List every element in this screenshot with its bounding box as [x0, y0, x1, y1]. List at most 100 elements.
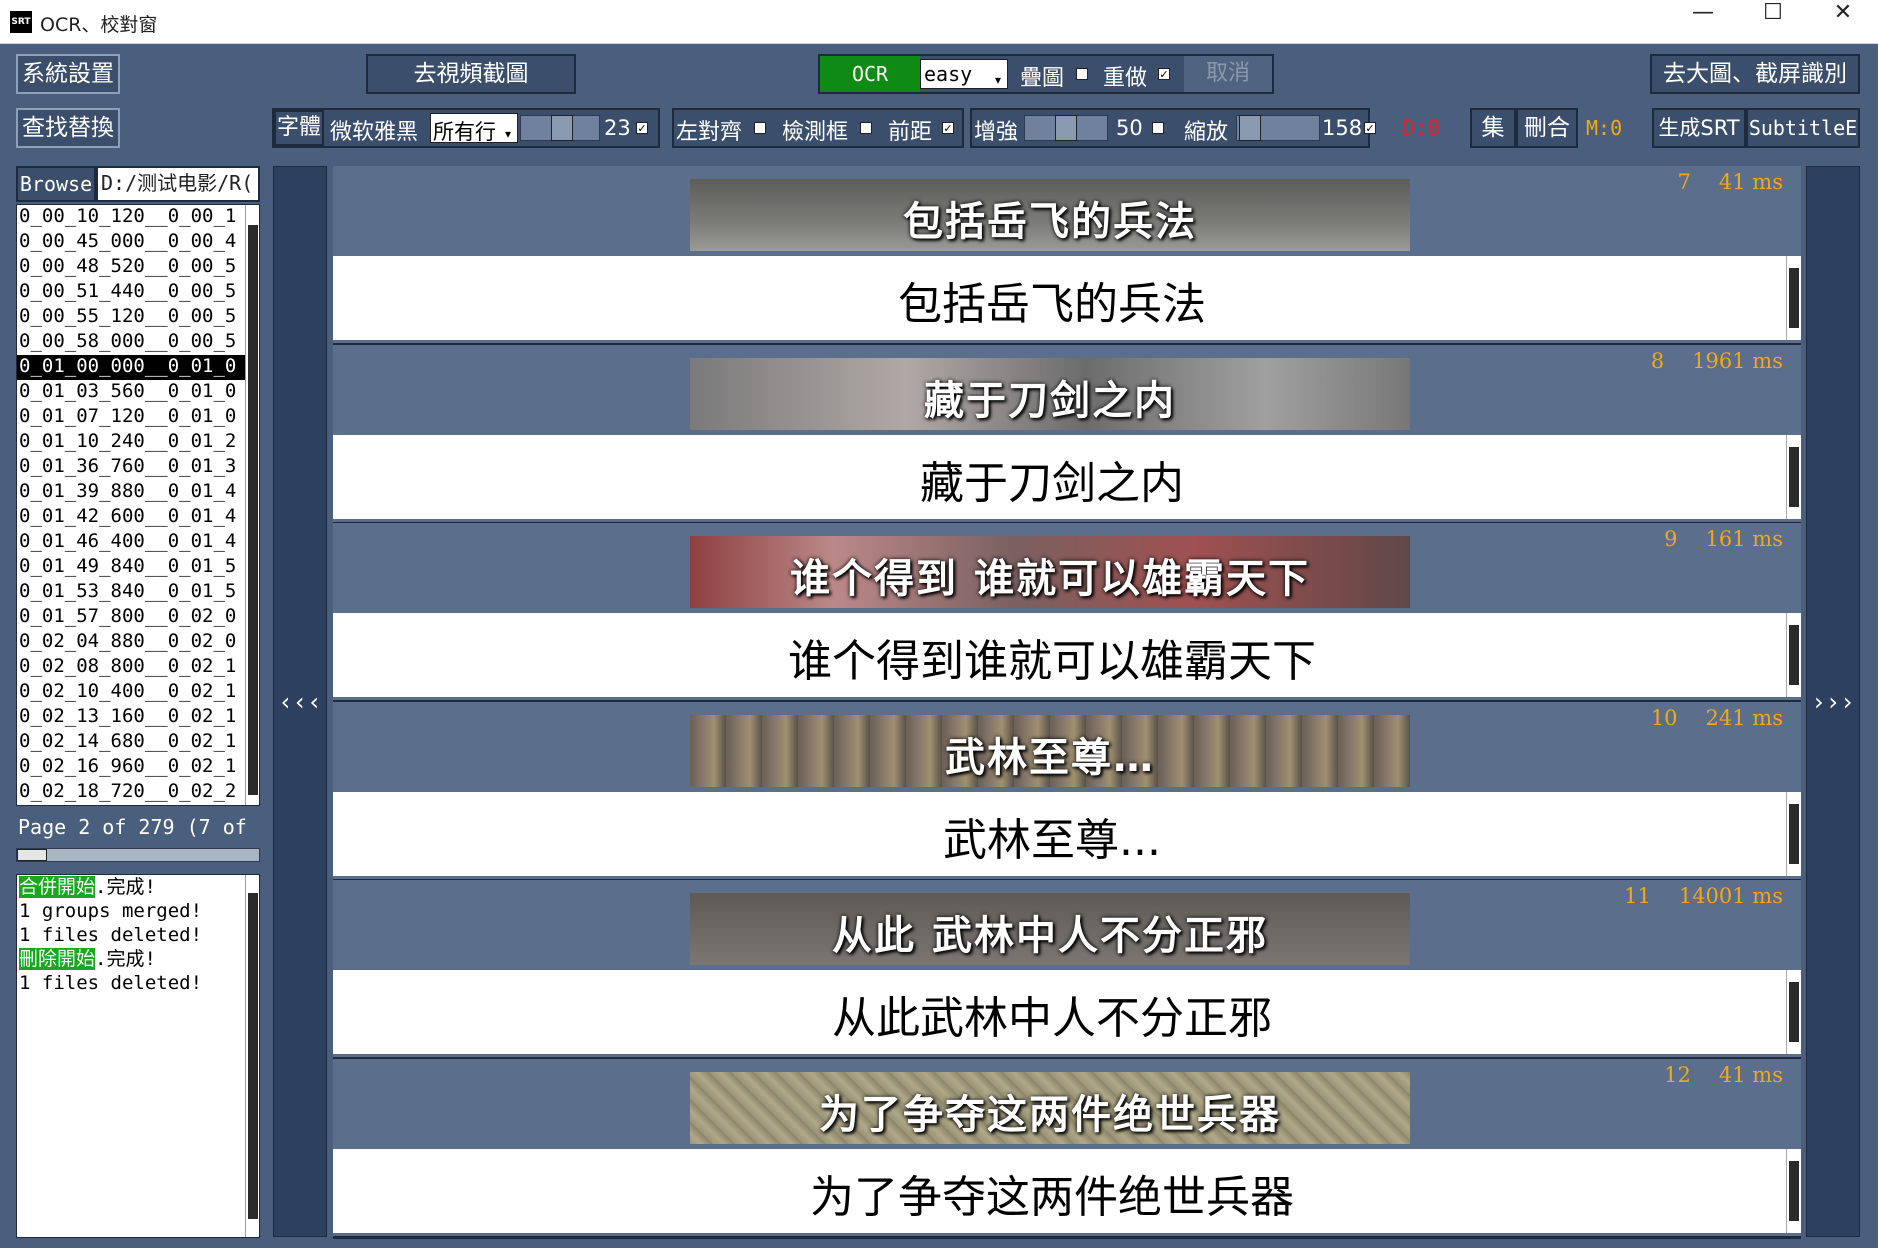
align-left-checkbox[interactable]: [754, 122, 766, 134]
file-list-item[interactable]: 0_01_10_240__0_01_2: [17, 430, 245, 455]
delete-merge-button[interactable]: 刪合: [1516, 108, 1578, 148]
file-list-item[interactable]: 0_02_04_880__0_02_0: [17, 630, 245, 655]
subtitle-edit-button[interactable]: SubtitleE: [1746, 108, 1860, 148]
spacing-checkbox[interactable]: ✓: [942, 122, 954, 134]
editor-scrollbar[interactable]: [1786, 1148, 1801, 1233]
subtitle-image[interactable]: 为了争夺这两件绝世兵器: [690, 1071, 1410, 1144]
scroll-thumb[interactable]: [248, 893, 258, 1219]
editor-scrollbar[interactable]: [1786, 970, 1801, 1054]
file-list-item[interactable]: 0_01_57_800__0_02_0: [17, 605, 245, 630]
subtitle-text-editor[interactable]: 从此武林中人不分正邪: [333, 970, 1801, 1054]
subtitle-text-editor[interactable]: 藏于刀剑之内: [333, 434, 1801, 519]
subtitle-image[interactable]: 从此 武林中人不分正邪: [690, 893, 1410, 965]
zoom-slider[interactable]: [1236, 115, 1320, 141]
zoom-checkbox[interactable]: ✓: [1364, 122, 1376, 134]
cancel-button[interactable]: 取消: [1184, 56, 1272, 92]
subtitle-image-text: 包括岳飞的兵法: [903, 199, 1197, 245]
subtitle-text[interactable]: 武林至尊...: [333, 804, 1771, 868]
close-button[interactable]: ✕: [1808, 0, 1878, 44]
scroll-thumb[interactable]: [1789, 446, 1799, 507]
redo-checkbox[interactable]: ✓: [1158, 68, 1170, 80]
scroll-thumb[interactable]: [1789, 625, 1799, 685]
subtitle-text[interactable]: 谁个得到谁就可以雄霸天下: [333, 625, 1771, 689]
scroll-thumb[interactable]: [1789, 982, 1799, 1042]
file-list-item[interactable]: 0_01_00_000__0_01_0: [17, 355, 245, 380]
file-list-item[interactable]: 0_01_03_560__0_01_0: [17, 380, 245, 405]
log-line: 合併開始.完成!: [17, 875, 259, 899]
file-list-item[interactable]: 0_00_10_120__0_00_1: [17, 205, 245, 230]
font-size-checkbox[interactable]: ✓: [636, 122, 648, 134]
file-list[interactable]: 0_00_10_120__0_00_1 0_00_45_000__0_00_4 0_…: [16, 204, 260, 806]
file-list-item[interactable]: 0_01_42_600__0_01_4: [17, 505, 245, 530]
bigimage-ocr-button[interactable]: 去大圖、截屏識別: [1650, 54, 1860, 94]
subtitle-image[interactable]: 谁个得到 谁就可以雄霸天下: [690, 536, 1410, 608]
enhance-slider[interactable]: [1024, 115, 1108, 141]
subtitle-text[interactable]: 包括岳飞的兵法: [333, 268, 1771, 332]
file-list-item[interactable]: 0_02_08_800__0_02_1: [17, 655, 245, 680]
lines-select[interactable]: 所有行 ▾: [430, 113, 518, 144]
collect-button[interactable]: 集: [1470, 108, 1516, 148]
subtitle-image[interactable]: 包括岳飞的兵法: [690, 179, 1410, 251]
subtitle-image[interactable]: 武林至尊…: [690, 714, 1410, 787]
slider-thumb[interactable]: [551, 115, 573, 141]
overlay-checkbox[interactable]: [1076, 68, 1088, 80]
subtitle-text[interactable]: 为了争夺这两件绝世兵器: [333, 1161, 1771, 1225]
editor-scrollbar[interactable]: [1786, 791, 1801, 876]
subtitle-text-editor[interactable]: 为了争夺这两件绝世兵器: [333, 1148, 1801, 1233]
next-page-button[interactable]: ›››: [1806, 166, 1860, 1237]
file-list-item[interactable]: 0_02_10_400__0_02_1: [17, 680, 245, 705]
subtitle-card: 谁个得到 谁就可以雄霸天下 9 161 ms 谁个得到谁就可以雄霸天下: [333, 523, 1801, 703]
scroll-thumb[interactable]: [248, 225, 258, 795]
file-list-item[interactable]: 0_00_45_000__0_00_4: [17, 230, 245, 255]
file-list-item[interactable]: 0_01_36_760__0_01_3: [17, 455, 245, 480]
file-list-item[interactable]: 0_00_55_120__0_00_5: [17, 305, 245, 330]
file-list-scrollbar[interactable]: [245, 205, 259, 805]
file-list-item[interactable]: 0_01_49_840__0_01_5: [17, 555, 245, 580]
file-list-item[interactable]: 0_01_53_840__0_01_5: [17, 580, 245, 605]
subtitle-text[interactable]: 从此武林中人不分正邪: [333, 982, 1771, 1046]
font-size-slider[interactable]: [520, 115, 600, 141]
subtitle-text-editor[interactable]: 包括岳飞的兵法: [333, 256, 1801, 340]
generate-srt-button[interactable]: 生成SRT: [1652, 108, 1746, 148]
editor-scrollbar[interactable]: [1786, 256, 1801, 340]
subtitle-text-editor[interactable]: 武林至尊...: [333, 791, 1801, 876]
goto-frames-button[interactable]: 去視頻截圖: [366, 54, 576, 94]
file-list-item[interactable]: 0_02_18_720__0_02_2: [17, 780, 245, 805]
file-list-item[interactable]: 0_00_51_440__0_00_5: [17, 280, 245, 305]
maximize-button[interactable]: ☐: [1738, 0, 1808, 44]
file-list-item[interactable]: 0_00_48_520__0_00_5: [17, 255, 245, 280]
editor-scrollbar[interactable]: [1786, 434, 1801, 519]
slider-thumb[interactable]: [1055, 115, 1077, 141]
browse-button[interactable]: Browse: [16, 166, 96, 202]
title-bar: SRT OCR、校對窗 — ☐ ✕: [0, 0, 1878, 44]
file-list-item[interactable]: 0_01_39_880__0_01_4: [17, 480, 245, 505]
ocr-button[interactable]: OCR: [820, 56, 920, 92]
file-list-item[interactable]: 0_02_13_160__0_02_1: [17, 705, 245, 730]
system-settings-button[interactable]: 系統設置: [16, 54, 120, 94]
enhance-checkbox[interactable]: [1152, 122, 1164, 134]
page-slider[interactable]: [16, 848, 260, 862]
scroll-thumb[interactable]: [1789, 803, 1799, 864]
file-list-item[interactable]: 0_01_07_120__0_01_0: [17, 405, 245, 430]
path-input[interactable]: D:/测试电影/R(: [96, 166, 260, 202]
editor-scrollbar[interactable]: [1786, 613, 1801, 697]
slider-thumb[interactable]: [1239, 115, 1261, 141]
log-scrollbar[interactable]: [245, 875, 259, 1237]
font-button[interactable]: 字體: [274, 110, 324, 146]
subtitle-text-editor[interactable]: 谁个得到谁就可以雄霸天下: [333, 613, 1801, 697]
find-replace-button[interactable]: 查找替換: [16, 108, 120, 148]
minimize-button[interactable]: —: [1668, 0, 1738, 44]
file-list-item[interactable]: 0_00_58_000__0_00_5: [17, 330, 245, 355]
scroll-thumb[interactable]: [1789, 1160, 1799, 1221]
subtitle-image-text: 从此 武林中人不分正邪: [832, 913, 1268, 959]
subtitle-text[interactable]: 藏于刀剑之内: [333, 447, 1771, 511]
file-list-item[interactable]: 0_01_46_400__0_01_4: [17, 530, 245, 555]
file-list-item[interactable]: 0_02_14_680__0_02_1: [17, 730, 245, 755]
detect-box-checkbox[interactable]: [860, 122, 872, 134]
prev-page-button[interactable]: ‹‹‹: [273, 166, 327, 1237]
subtitle-image[interactable]: 藏于刀剑之内: [690, 357, 1410, 430]
engine-select[interactable]: easy ▾: [920, 59, 1008, 89]
file-list-item[interactable]: 0_02_16_960__0_02_1: [17, 755, 245, 780]
scroll-thumb[interactable]: [1789, 268, 1799, 328]
page-slider-thumb[interactable]: [17, 849, 47, 861]
